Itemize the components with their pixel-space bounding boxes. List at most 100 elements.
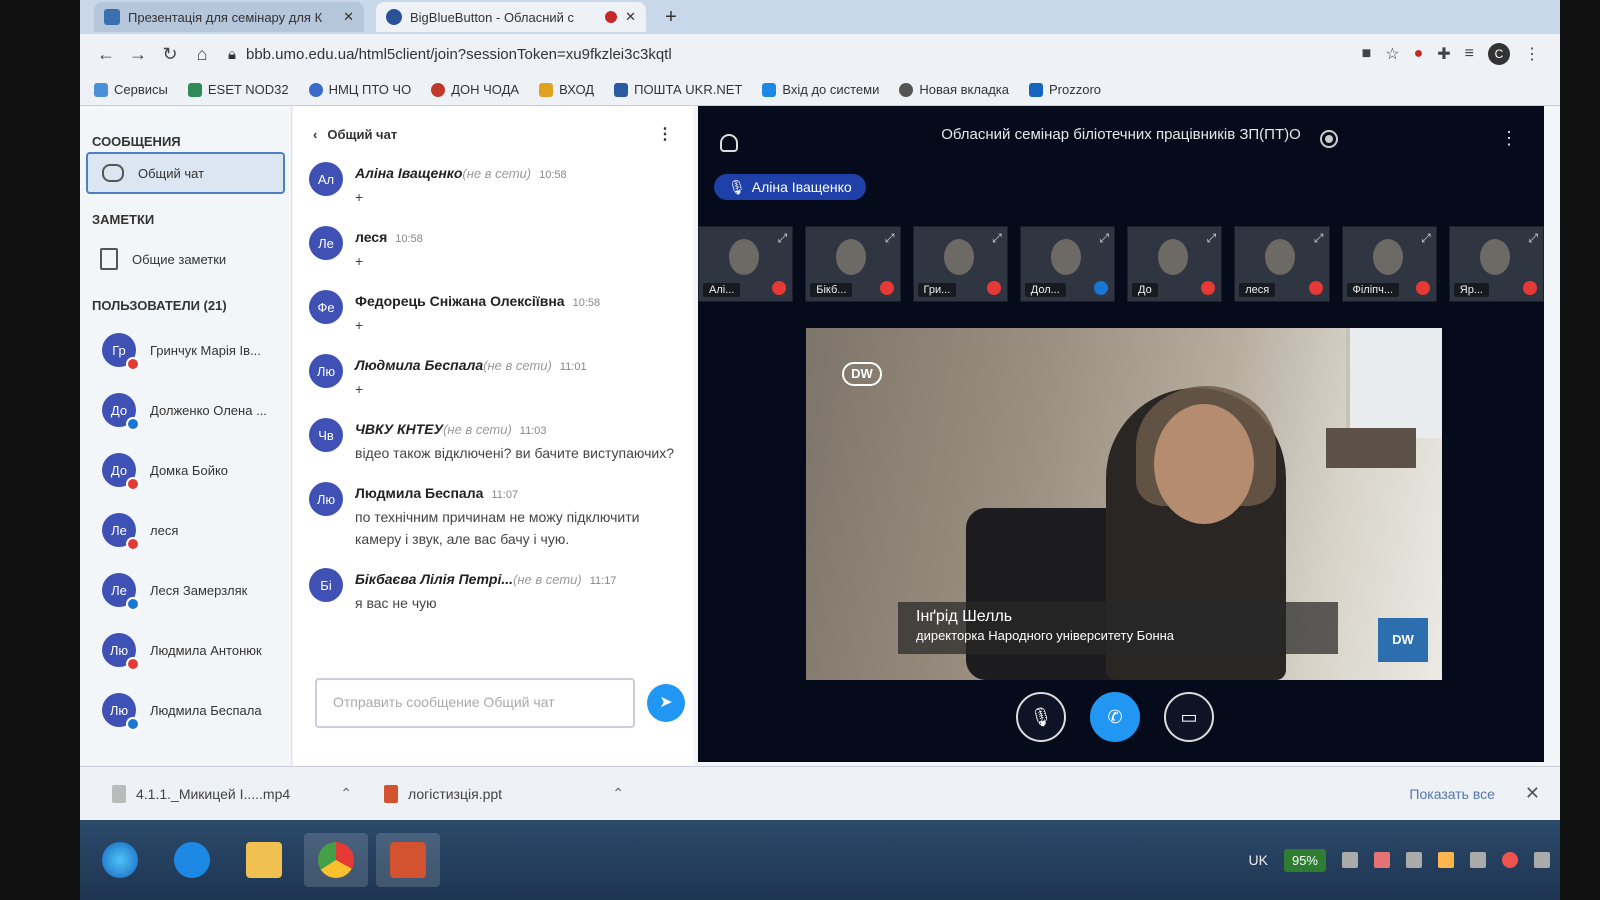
address-bar[interactable]: 🔒︎ bbb.umo.edu.ua/html5client/join?sessi…: [228, 39, 1238, 69]
tray-icon[interactable]: [1374, 852, 1390, 868]
battery-indicator[interactable]: 95%: [1283, 848, 1326, 872]
user-list-item[interactable]: Ле Леся Замерзляк: [80, 560, 291, 620]
taskbar-chrome[interactable]: [304, 833, 368, 887]
media-icon[interactable]: ≡: [1465, 45, 1474, 63]
webcam-thumbnail[interactable]: ⤢ До: [1127, 226, 1223, 302]
avatar: Ле: [102, 513, 140, 551]
new-tab-button[interactable]: +: [658, 4, 684, 30]
bookmark-label: ДОН ЧОДА: [451, 82, 520, 97]
extension-icon[interactable]: ●: [1414, 45, 1424, 63]
bookmark-nmc[interactable]: НМЦ ПТО ЧО: [308, 82, 411, 97]
tab-bigbluebutton[interactable]: BigBlueButton - Обласний с ✕: [376, 2, 646, 32]
chat-message: Лю Людмила Беспала(не в сети) 11:01 +: [293, 354, 693, 400]
forward-icon[interactable]: →: [122, 44, 154, 65]
bookmark-ukrnet[interactable]: ПОШТА UKR.NET: [614, 82, 742, 97]
send-button[interactable]: ➤: [647, 684, 685, 722]
tab-title: Презентація для семінару для К: [128, 9, 323, 25]
bookmark-don[interactable]: ДОН ЧОДА: [431, 82, 519, 97]
avatar-initials: До: [110, 462, 128, 478]
chat-message-input[interactable]: Отправить сообщение Общий чат: [315, 678, 635, 728]
mute-microphone-button[interactable]: 🎙︎: [1016, 692, 1066, 742]
bookmark-services[interactable]: Сервисы: [94, 82, 168, 97]
chat-message: Ле леся 10:58 +: [293, 226, 693, 272]
camera-icon[interactable]: ■: [1362, 45, 1372, 63]
user-list-item[interactable]: До Домка Бойко: [80, 440, 291, 500]
public-chat-item[interactable]: Общий чат: [86, 152, 285, 194]
download-item[interactable]: логістизція.ppt ⌃: [384, 784, 624, 803]
webcam-person: [1372, 239, 1403, 275]
fullscreen-icon[interactable]: ⤢: [1314, 231, 1324, 246]
talking-name: Аліна Іващенко: [751, 179, 852, 195]
webcam-thumbnail[interactable]: ⤢ леся: [1234, 226, 1330, 302]
language-indicator[interactable]: UK: [1249, 852, 1268, 868]
chat-message: Ал Аліна Іващенко(не в сети) 10:58 +: [293, 162, 693, 208]
alert-icon[interactable]: [1502, 852, 1518, 868]
webcam-thumbnail[interactable]: ⤢ Гри...: [912, 226, 1008, 302]
user-list-item[interactable]: Лю Людмила Антонюк: [80, 620, 291, 680]
close-icon[interactable]: ✕: [343, 9, 354, 25]
fullscreen-icon[interactable]: ⤢: [992, 231, 1002, 246]
fullscreen-icon[interactable]: ⤢: [1421, 231, 1431, 246]
show-all-downloads-link[interactable]: Показать все: [1409, 786, 1494, 802]
avatar: Чв: [309, 418, 343, 452]
taskbar-explorer[interactable]: [232, 833, 296, 887]
tray-icon[interactable]: [1438, 852, 1454, 868]
message-author: Федорець Сніжана Олексіївна: [355, 293, 565, 309]
menu-icon[interactable]: ⋮: [1524, 44, 1540, 64]
bookmark-eset[interactable]: ESET NOD32: [187, 82, 289, 97]
user-list-item[interactable]: Лю Людмила Беспала: [80, 680, 291, 740]
record-icon[interactable]: [1320, 130, 1338, 148]
bookmark-label: Новая вкладка: [919, 82, 1009, 97]
webcam-thumbnail[interactable]: ⤢ Бікб...: [805, 226, 901, 302]
volume-icon[interactable]: [1534, 852, 1550, 868]
back-icon[interactable]: ←: [90, 44, 122, 65]
webcam-label: леся: [1239, 283, 1276, 297]
grid-icon: [762, 82, 777, 97]
avatar: Бі: [309, 568, 343, 602]
tray-icon[interactable]: [1342, 852, 1358, 868]
puzzle-icon[interactable]: ✚: [1437, 44, 1450, 64]
bookmark-new-tab[interactable]: Новая вкладка: [899, 82, 1009, 97]
webcam-thumbnail[interactable]: ⤢ Алі...: [698, 226, 794, 302]
bookmark-login[interactable]: ВХОД: [539, 82, 594, 97]
chevron-up-icon[interactable]: ⌃: [612, 785, 624, 802]
webcam-thumbnail[interactable]: ⤢ Дол...: [1019, 226, 1115, 302]
share-webcam-button[interactable]: ▭: [1164, 692, 1214, 742]
close-icon[interactable]: ✕: [625, 9, 636, 25]
taskbar-ie[interactable]: [160, 833, 224, 887]
fullscreen-icon[interactable]: ⤢: [778, 231, 788, 246]
start-button[interactable]: [88, 833, 152, 887]
star-icon[interactable]: ☆: [1385, 44, 1399, 64]
webcam-person: [729, 239, 759, 275]
avatar: Гр: [102, 333, 140, 371]
chevron-up-icon[interactable]: ⌃: [340, 785, 352, 802]
close-icon[interactable]: ✕: [1525, 783, 1540, 804]
avatar-initials: Ле: [318, 235, 334, 251]
webcam-thumbnail[interactable]: ⤢ Яр...: [1448, 226, 1544, 302]
fullscreen-icon[interactable]: ⤢: [885, 231, 895, 246]
profile-avatar[interactable]: C: [1488, 43, 1510, 65]
network-icon[interactable]: [1470, 852, 1486, 868]
message-body: леся 10:58 +: [355, 226, 675, 272]
tray-icon[interactable]: [1406, 852, 1422, 868]
leave-audio-button[interactable]: ✆: [1090, 692, 1140, 742]
options-icon[interactable]: ⋮: [1500, 128, 1518, 149]
fullscreen-icon[interactable]: ⤢: [1528, 231, 1538, 246]
chat-options-icon[interactable]: ⋮: [657, 124, 673, 144]
home-icon[interactable]: ⌂: [186, 44, 218, 65]
muted-microphone-icon: [1201, 281, 1216, 295]
tab-presentation[interactable]: Презентація для семінару для К ✕: [94, 2, 364, 32]
reload-icon[interactable]: ↻: [154, 44, 186, 65]
download-item[interactable]: 4.1.1._Микицей І.....mp4 ⌃: [112, 784, 352, 803]
user-list-item[interactable]: Ле леся: [80, 500, 291, 560]
fullscreen-icon[interactable]: ⤢: [1207, 231, 1217, 246]
bookmark-prozzoro[interactable]: Prozzoro: [1028, 82, 1101, 97]
chevron-left-icon[interactable]: ‹: [313, 127, 317, 142]
fullscreen-icon[interactable]: ⤢: [1099, 231, 1109, 246]
user-list-item[interactable]: Гр Гринчук Марія Ів...: [80, 320, 291, 380]
shared-notes-item[interactable]: Общие заметки: [86, 238, 285, 280]
user-list-item[interactable]: До Долженко Олена ...: [80, 380, 291, 440]
webcam-thumbnail[interactable]: ⤢ Філіпч...: [1341, 226, 1437, 302]
bookmark-system-login[interactable]: Вхід до системи: [762, 82, 879, 97]
taskbar-powerpoint[interactable]: [376, 833, 440, 887]
